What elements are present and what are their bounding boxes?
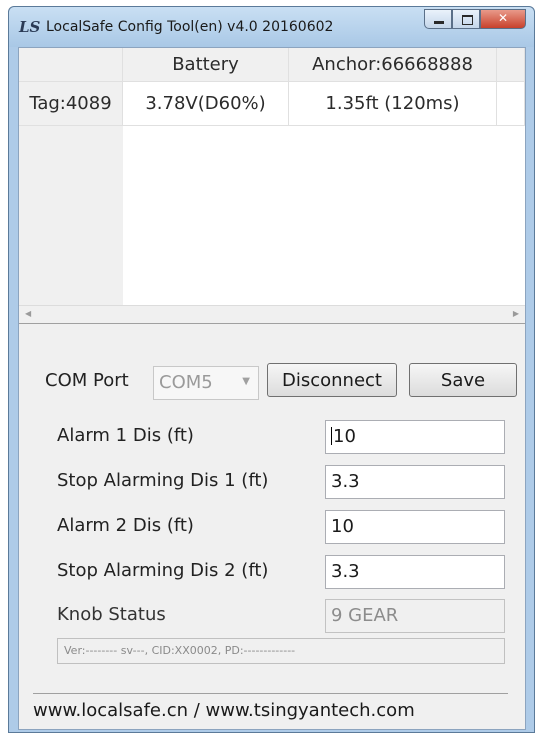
footer-divider: [33, 693, 508, 694]
com-port-select[interactable]: COM5 ▼: [153, 366, 259, 400]
title-bar[interactable]: LS LocalSafe Config Tool(en) v4.0 201606…: [9, 7, 534, 47]
alarm1-value: 10: [333, 426, 356, 447]
footer-links: www.localsafe.cn / www.tsingyantech.com: [33, 700, 415, 721]
app-window: LS LocalSafe Config Tool(en) v4.0 201606…: [8, 6, 535, 733]
window-title: LocalSafe Config Tool(en) v4.0 20160602: [46, 19, 334, 35]
app-logo-icon: LS: [19, 18, 41, 36]
scroll-left-icon[interactable]: ◀: [25, 309, 31, 318]
minimize-button[interactable]: [424, 9, 452, 29]
alarm1-field[interactable]: 10: [325, 420, 505, 454]
grid-header-battery[interactable]: Battery: [123, 48, 289, 82]
stop-alarming1-label: Stop Alarming Dis 1 (ft): [57, 470, 269, 491]
maximize-button[interactable]: [452, 9, 480, 29]
grid-cell-filler: [497, 82, 525, 126]
stop-alarming2-value: 3.3: [331, 561, 360, 582]
com-port-value: COM5: [159, 372, 213, 393]
close-icon: ✕: [497, 11, 509, 25]
grid-row-tag[interactable]: Tag:4089: [19, 82, 123, 126]
alarm2-label: Alarm 2 Dis (ft): [57, 515, 194, 536]
stop-alarming1-value: 3.3: [331, 471, 360, 492]
stop-alarming1-field[interactable]: 3.3: [325, 465, 505, 499]
close-button[interactable]: ✕: [480, 9, 526, 29]
horizontal-scrollbar[interactable]: ◀ ▶: [19, 305, 525, 323]
knob-status-field: 9 GEAR: [325, 599, 505, 633]
grid-cell-anchor-distance[interactable]: 1.35ft (120ms): [289, 82, 497, 126]
version-info: Ver:-------- sv---, CID:XX0002, PD:-----…: [57, 638, 505, 664]
minimize-icon: [434, 21, 444, 24]
client-area: Battery Anchor:66668888 Tag:4089 3.78V(D…: [18, 47, 526, 730]
chevron-down-icon: ▼: [242, 376, 250, 387]
knob-status-label: Knob Status: [57, 604, 166, 625]
knob-status-value: 9 GEAR: [331, 605, 399, 626]
save-button[interactable]: Save: [409, 363, 517, 397]
disconnect-button[interactable]: Disconnect: [267, 363, 397, 397]
tag-grid[interactable]: Battery Anchor:66668888 Tag:4089 3.78V(D…: [19, 48, 525, 324]
alarm1-label: Alarm 1 Dis (ft): [57, 425, 194, 446]
scroll-right-icon[interactable]: ▶: [513, 309, 519, 318]
alarm2-field[interactable]: 10: [325, 510, 505, 544]
text-caret: [331, 427, 332, 445]
com-port-label: COM Port: [45, 370, 129, 391]
grid-cell-battery[interactable]: 3.78V(D60%): [123, 82, 289, 126]
grid-header-anchor[interactable]: Anchor:66668888: [289, 48, 497, 82]
maximize-icon: [462, 15, 473, 25]
stop-alarming2-label: Stop Alarming Dis 2 (ft): [57, 560, 269, 581]
alarm2-value: 10: [331, 516, 354, 537]
stop-alarming2-field[interactable]: 3.3: [325, 555, 505, 589]
grid-corner-header: [19, 48, 123, 82]
caption-buttons: ✕: [424, 9, 526, 31]
grid-header-filler: [497, 48, 525, 82]
